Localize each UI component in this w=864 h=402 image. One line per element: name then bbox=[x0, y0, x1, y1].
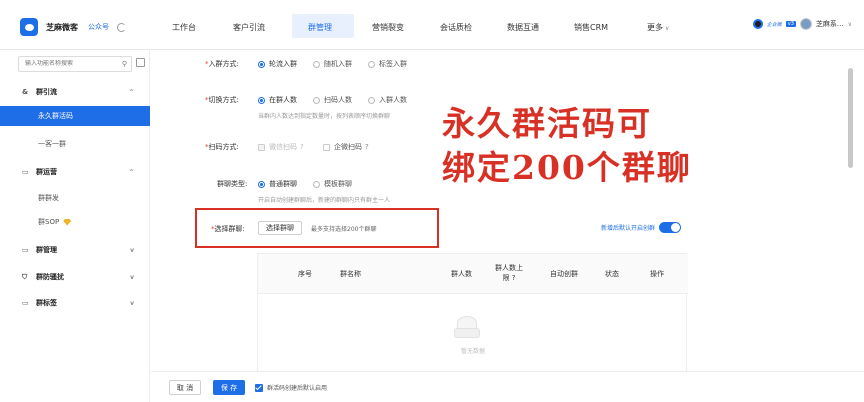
refresh-icon[interactable] bbox=[117, 22, 126, 32]
scrollbar[interactable] bbox=[848, 68, 853, 168]
sidebar: ⚲ & 群引流 ^ 永久群活码 一客一群 ▭ 群运营 ^ 群群发 群SOP ▭ … bbox=[0, 50, 150, 402]
sidebar-item-group-send[interactable]: 群群发 bbox=[0, 188, 150, 208]
group-icon: & bbox=[22, 88, 29, 96]
sidebar-group-tags[interactable]: ▭ 群标签 v bbox=[0, 293, 150, 313]
diamond-icon bbox=[63, 218, 72, 226]
col-group-name: 群名称 bbox=[340, 270, 361, 278]
col-members: 群人数 bbox=[451, 270, 472, 278]
chevron-down-icon: ∨ bbox=[665, 25, 670, 32]
sidebar-item-label: 群SOP bbox=[38, 218, 60, 226]
join-mode-label: *入群方式: bbox=[205, 60, 239, 68]
nav-data-sync[interactable]: 数据互通 bbox=[507, 22, 539, 33]
col-member-limit: 群人数上限 ? bbox=[495, 264, 523, 282]
join-mode-rotate-radio[interactable]: 轮流入群 bbox=[258, 59, 297, 69]
empty-box-icon bbox=[454, 316, 480, 338]
sidebar-group-anti-spam[interactable]: ⛉ 群防骚扰 v bbox=[0, 267, 150, 287]
user-area[interactable]: 企业微 v3 芝麻系... ∨ bbox=[752, 18, 852, 30]
sidebar-item-permanent-qr[interactable]: 永久群活码 bbox=[0, 106, 150, 126]
nav-marketing[interactable]: 营销裂变 bbox=[372, 22, 404, 33]
chat-icon: ▭ bbox=[22, 246, 29, 254]
scan-mode-label: *扫码方式: bbox=[205, 143, 239, 151]
col-actions: 操作 bbox=[650, 270, 664, 278]
switch-mode-join-radio[interactable]: 入群人数 bbox=[368, 95, 407, 105]
sidebar-item-one-customer-one-group[interactable]: 一客一群 bbox=[0, 134, 150, 154]
switch-mode-scan-radio[interactable]: 扫码人数 bbox=[313, 95, 352, 105]
sidebar-item-group-sop[interactable]: 群SOP bbox=[0, 212, 150, 232]
scan-mode-wecom-checkbox[interactable]: 企微扫码? bbox=[323, 142, 369, 152]
brand-area[interactable]: 芝麻微客 公众号 bbox=[20, 18, 126, 36]
nav-session-qc[interactable]: 会话质检 bbox=[440, 22, 472, 33]
chevron-down-icon: v bbox=[130, 273, 134, 281]
user-name: 芝麻系... bbox=[815, 20, 844, 28]
search-icon[interactable]: ⚲ bbox=[122, 60, 127, 68]
main-content: *入群方式: 轮流入群 随机入群 标签入群 *切换方式: 在群人数 扫码人数 入… bbox=[151, 51, 851, 373]
auto-create-toggle[interactable] bbox=[659, 222, 682, 233]
scan-mode-wechat-checkbox[interactable]: 微信扫码? bbox=[258, 142, 304, 152]
brand-name: 芝麻微客 bbox=[46, 22, 78, 32]
avatar bbox=[799, 18, 812, 30]
col-index: 序号 bbox=[298, 270, 312, 278]
enable-after-create-checkbox[interactable]: 群活码创建后默认启用 bbox=[255, 383, 327, 392]
brand-logo-icon bbox=[20, 18, 38, 36]
col-status: 状态 bbox=[605, 270, 619, 278]
checkbox-checked-icon bbox=[255, 383, 263, 392]
nav-more-label: 更多 bbox=[647, 23, 663, 32]
cancel-button[interactable]: 取 消 bbox=[169, 380, 201, 395]
nav-customer-traffic[interactable]: 客户引流 bbox=[233, 22, 265, 33]
group-chat-table: 序号 群名称 群人数 群人数上限 ? 自动创群 状态 操作 暂无数据 bbox=[257, 253, 688, 373]
chat-icon: ▭ bbox=[22, 168, 29, 176]
brand-sub-label[interactable]: 公众号 bbox=[88, 22, 109, 32]
chat-type-hint: 开启自动创建群聊后，新建的群聊内只有群主一人 bbox=[258, 197, 391, 204]
nav-more[interactable]: 更多 ∨ bbox=[647, 22, 669, 33]
search-input[interactable] bbox=[25, 60, 105, 67]
auto-create-label: 新增后默认开启创群 bbox=[601, 225, 656, 232]
wecom-badge: 企业微 bbox=[766, 21, 782, 28]
sidebar-group-operation[interactable]: ▭ 群运营 ^ bbox=[0, 162, 150, 182]
switch-mode-label: *切换方式: bbox=[205, 96, 239, 104]
chevron-up-icon: ^ bbox=[128, 88, 134, 96]
sidebar-group-label: 群管理 bbox=[36, 246, 57, 254]
sidebar-group-traffic[interactable]: & 群引流 ^ bbox=[0, 82, 150, 102]
sidebar-group-management[interactable]: ▭ 群管理 v bbox=[0, 240, 150, 260]
sidebar-group-label: 群防骚扰 bbox=[36, 273, 64, 281]
nav-group-management[interactable]: 群管理 bbox=[308, 22, 332, 33]
sidebar-group-label: 群标签 bbox=[36, 299, 57, 307]
switch-mode-hint: 当群内人数达到指定数量时，按列表顺序切换群聊 bbox=[258, 113, 391, 120]
overlay-annotation-line2: 绑定200个群聊 bbox=[442, 148, 692, 187]
footer-bar: 取 消 保 存 群活码创建后默认启用 bbox=[151, 371, 864, 402]
overlay-annotation-line1: 永久群活码可 bbox=[442, 104, 652, 143]
chat-type-label: 群聊类型: bbox=[217, 180, 248, 188]
empty-text: 暂无数据 bbox=[460, 348, 485, 355]
chevron-down-icon: ∨ bbox=[847, 20, 852, 28]
wecom-logo-icon bbox=[752, 19, 763, 29]
select-chat-button[interactable]: 选择群聊 bbox=[258, 221, 302, 235]
sidebar-group-label: 群引流 bbox=[36, 88, 57, 96]
select-chat-label: *选择群聊: bbox=[211, 225, 245, 233]
table-header: 序号 群名称 群人数 群人数上限 ? 自动创群 状态 操作 bbox=[258, 254, 688, 294]
join-mode-tag-radio[interactable]: 标签入群 bbox=[368, 59, 407, 69]
switch-mode-members-radio[interactable]: 在群人数 bbox=[258, 95, 297, 105]
select-chat-hint: 最多支持选择200个群聊 bbox=[311, 226, 377, 233]
save-button[interactable]: 保 存 bbox=[213, 380, 245, 395]
sidebar-group-label: 群运营 bbox=[36, 168, 57, 176]
version-badge: v3 bbox=[785, 21, 796, 27]
help-icon[interactable]: ? bbox=[512, 274, 516, 282]
chat-type-normal-radio[interactable]: 普通群聊 bbox=[258, 179, 297, 189]
help-icon[interactable]: ? bbox=[300, 143, 304, 151]
top-bar: 芝麻微客 公众号 工作台 客户引流 群管理 营销裂变 会话质检 数据互通 销售C… bbox=[0, 0, 864, 50]
chevron-down-icon: v bbox=[130, 246, 134, 254]
nav-workbench[interactable]: 工作台 bbox=[172, 22, 196, 33]
sidebar-search: ⚲ bbox=[18, 56, 132, 72]
shield-icon: ⛉ bbox=[22, 272, 28, 281]
chat-icon: ▭ bbox=[22, 299, 29, 307]
help-icon[interactable]: ? bbox=[365, 143, 369, 151]
auto-create-setting: 新增后默认开启创群 bbox=[601, 222, 682, 233]
chevron-down-icon: v bbox=[130, 299, 134, 307]
nav-sales-crm[interactable]: 销售CRM bbox=[574, 22, 608, 33]
col-auto-create: 自动创群 bbox=[550, 270, 578, 278]
join-mode-random-radio[interactable]: 随机入群 bbox=[313, 59, 352, 69]
layout-icon[interactable] bbox=[136, 58, 145, 67]
chat-type-template-radio[interactable]: 模板群聊 bbox=[313, 179, 352, 189]
chevron-up-icon: ^ bbox=[128, 168, 134, 176]
